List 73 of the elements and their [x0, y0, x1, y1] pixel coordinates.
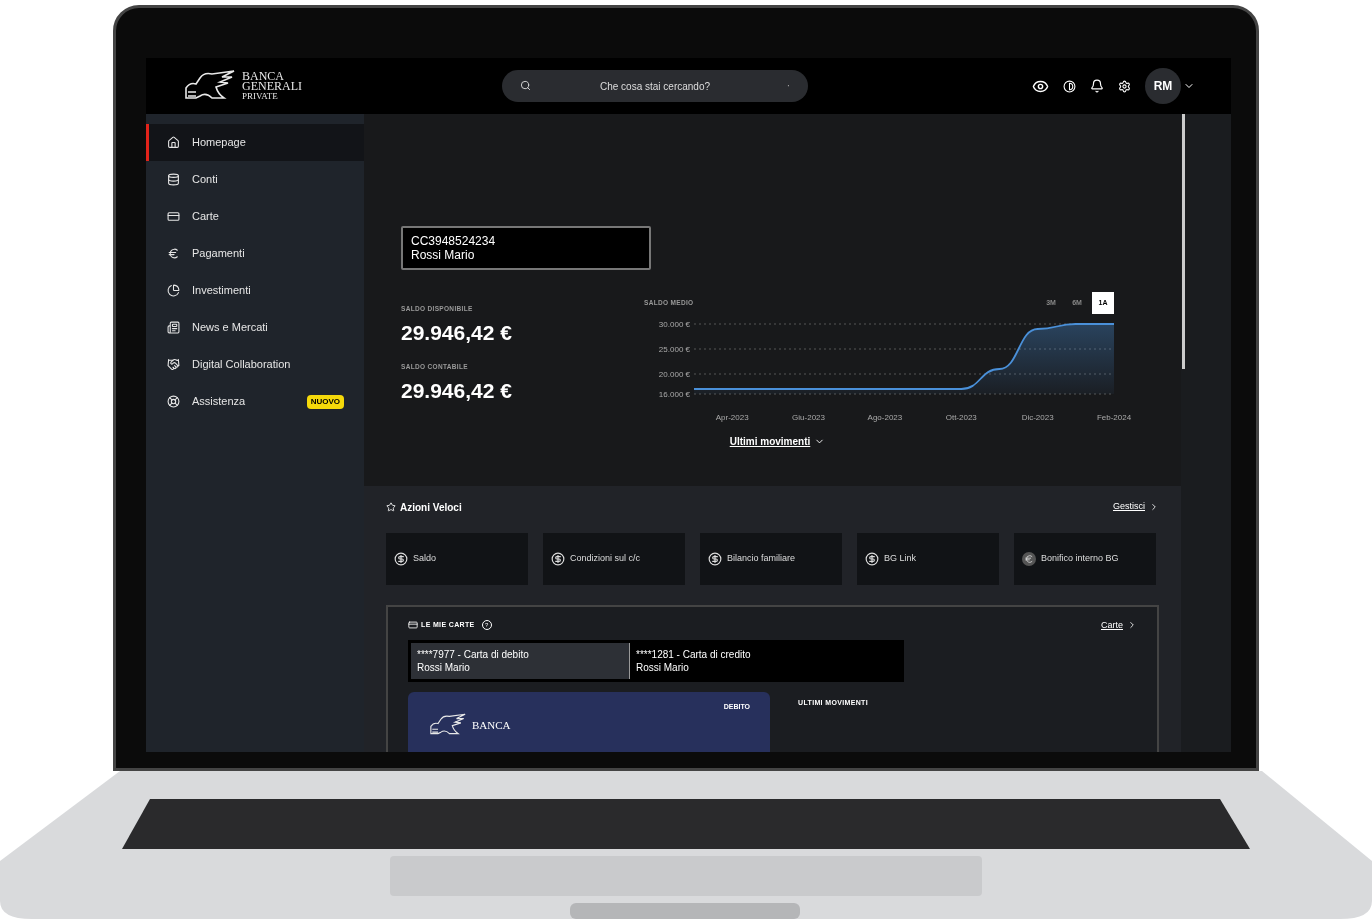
balance-amount: 29.946,42 €	[401, 378, 513, 404]
x-tick-label: Ago-2023	[867, 413, 903, 422]
nav-label: News e Mercati	[192, 320, 268, 336]
y-tick-label: 25.000 €	[658, 345, 690, 354]
new-badge: NUOVO	[306, 394, 344, 409]
card-icon	[167, 210, 180, 223]
nav-item[interactable]: Assistenza NUOVO	[146, 383, 364, 420]
nav-item[interactable]: Pagamenti	[146, 235, 364, 272]
nav-item[interactable]: News e Mercati	[146, 309, 364, 346]
movements-link[interactable]: Ultimi movimenti	[729, 434, 826, 449]
balance-amount: 29.946,42 €	[401, 319, 513, 346]
card-holder: Rossi Mario	[417, 661, 471, 674]
nav-label: Assistenza	[192, 394, 246, 410]
chevron-right-icon	[1149, 502, 1159, 512]
nav-label: Carte	[192, 209, 219, 225]
x-tick-label: Feb-2024	[1096, 413, 1132, 422]
nav-item[interactable]: Homepage	[146, 124, 364, 161]
logo-text: GENERALI	[242, 81, 302, 91]
nav-item[interactable]: Digital Collaboration	[146, 346, 364, 383]
manage-link[interactable]: Gestisci	[1113, 500, 1159, 514]
chevron-right-icon	[1127, 620, 1137, 631]
contrast-icon[interactable]	[1063, 79, 1076, 93]
quick-action-tile[interactable]: Bilancio familiare	[700, 532, 842, 585]
coin-icon	[865, 551, 879, 566]
account-holder: Rossi Mario	[411, 248, 476, 262]
coin-icon	[708, 551, 722, 566]
euro-coin-icon	[1022, 551, 1036, 566]
card-tab[interactable]: ****7977 - Carta di debito Rossi Mario	[411, 643, 629, 679]
star-icon	[386, 502, 396, 512]
quick-action-tile[interactable]: Condizioni sul c/c	[543, 532, 685, 585]
quick-action-tile[interactable]: BG Link	[857, 532, 999, 585]
lifebuoy-icon	[167, 395, 180, 408]
section-title: Azioni Veloci	[400, 500, 462, 515]
pie-chart-icon	[167, 284, 180, 297]
nav-label: Conti	[192, 172, 218, 188]
card-number: ****7977 - Carta di debito	[417, 648, 530, 661]
x-tick-label: Giu-2023	[792, 413, 825, 422]
y-tick-label: 20.000 €	[658, 370, 690, 379]
nav-item[interactable]: Investimenti	[146, 272, 364, 309]
coin-icon	[551, 551, 565, 566]
y-tick-label: 16.000 €	[658, 390, 690, 399]
avatar-button[interactable]: RM	[1145, 68, 1181, 104]
cards-link[interactable]: Carte	[1101, 618, 1137, 632]
card-icon	[408, 620, 418, 631]
nav-label: Homepage	[192, 135, 246, 151]
cylinder-icon	[167, 173, 180, 186]
logo-text: BANCA	[242, 71, 284, 81]
newspaper-icon	[167, 321, 180, 334]
y-tick-label: 30.000 €	[658, 320, 690, 329]
coin-icon	[394, 551, 408, 566]
logo-text: PRIVATE	[242, 91, 279, 101]
card-brand: BANCA	[472, 717, 511, 733]
x-tick-label: Ott-2023	[945, 413, 977, 422]
nav-item[interactable]: Conti	[146, 161, 364, 198]
euro-icon	[167, 247, 180, 260]
card-number: ****1281 - Carta di credito	[636, 648, 752, 661]
x-tick-label: Dic-2023	[1021, 413, 1054, 422]
home-icon	[167, 136, 180, 149]
account-selector[interactable]: CC3948524234 Rossi Mario	[401, 226, 651, 270]
card-holder: Rossi Mario	[636, 661, 690, 674]
x-tick-label: Apr-2023	[715, 413, 749, 422]
nav-label: Investimenti	[192, 283, 251, 299]
settings-icon[interactable]	[1118, 79, 1131, 93]
nav-label: Digital Collaboration	[192, 357, 291, 373]
quick-action-tile[interactable]: Saldo	[386, 532, 528, 585]
bell-icon[interactable]	[1090, 79, 1104, 93]
account-number: CC3948524234	[411, 234, 497, 248]
search-dot: ·	[786, 79, 790, 93]
quick-action-tile[interactable]: Bonifico interno BG	[1014, 532, 1156, 585]
nav-label: Pagamenti	[192, 246, 245, 262]
handshake-icon	[167, 358, 180, 371]
search-icon	[520, 80, 531, 91]
nav-item[interactable]: Carte	[146, 198, 364, 235]
